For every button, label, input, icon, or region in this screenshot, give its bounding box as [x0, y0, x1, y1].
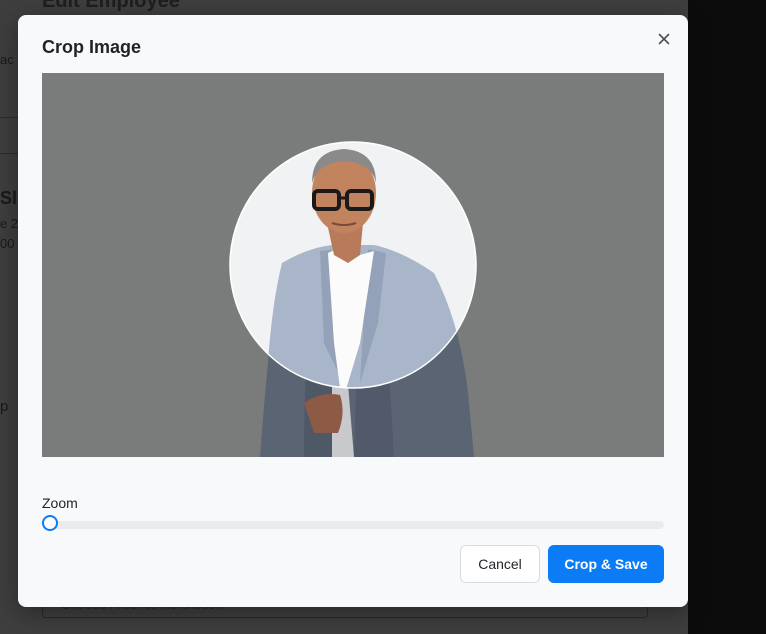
background-page-title: Edit Employee [42, 0, 180, 12]
close-button[interactable] [654, 29, 674, 49]
background-divider [0, 117, 18, 118]
zoom-slider-thumb[interactable] [42, 515, 58, 531]
background-fragment: 00 [0, 236, 15, 251]
background-fragment: p [0, 398, 9, 415]
background-divider [0, 153, 18, 154]
background-fragment: Sl [0, 188, 18, 208]
zoom-slider-track[interactable] [48, 521, 664, 529]
crop-area[interactable] [42, 73, 664, 457]
modal-title: Crop Image [42, 37, 142, 57]
crop-image-modal: Crop Image Zoom Cancel Crop & Save [18, 15, 688, 607]
cancel-button[interactable]: Cancel [460, 545, 540, 583]
zoom-label: Zoom [42, 495, 78, 511]
background-fragment: e 2 [0, 216, 19, 231]
background-fragment: ac [0, 52, 14, 67]
close-icon [658, 33, 670, 45]
cropper-canvas [42, 73, 664, 457]
crop-and-save-button[interactable]: Crop & Save [548, 545, 664, 583]
